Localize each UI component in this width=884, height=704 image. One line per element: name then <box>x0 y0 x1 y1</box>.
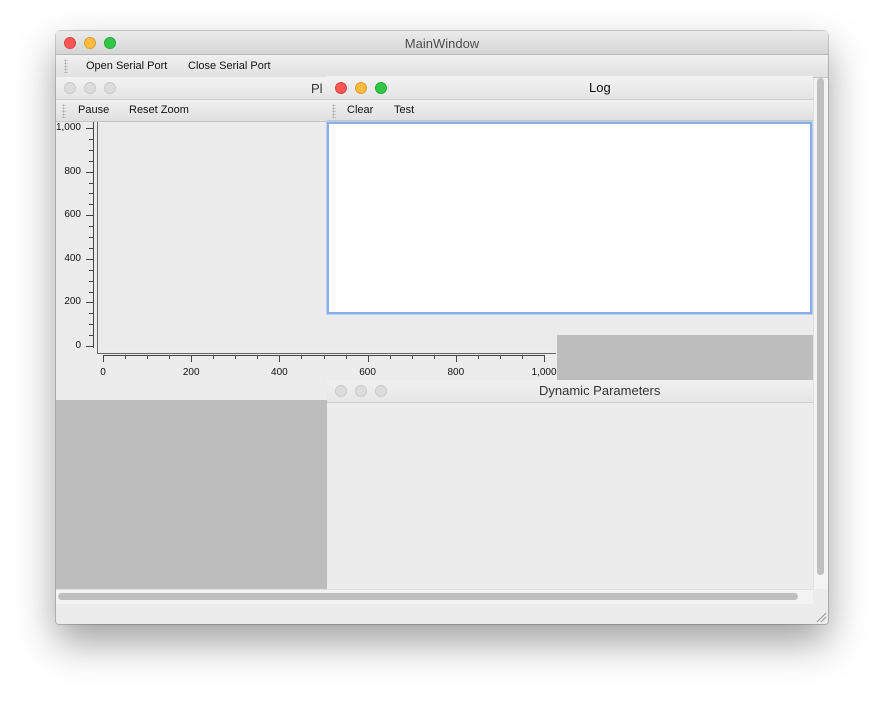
close-serial-port-button[interactable]: Close Serial Port <box>188 60 271 72</box>
log-text-area[interactable] <box>327 122 812 314</box>
clear-button[interactable]: Clear <box>347 104 373 116</box>
params-dock-titlebar[interactable]: Dynamic Parameters <box>327 380 813 403</box>
params-content <box>327 403 813 589</box>
params-dock-title: Dynamic Parameters <box>539 383 661 398</box>
params-zoom-button[interactable] <box>375 385 387 397</box>
main-titlebar[interactable]: MainWindow <box>56 31 828 55</box>
plot-dock-titlebar[interactable]: Pl <box>56 77 328 100</box>
reset-zoom-button[interactable]: Reset Zoom <box>129 104 189 116</box>
plot-zoom-button[interactable] <box>104 82 116 94</box>
plot-toolbar-grip-icon[interactable] <box>62 104 66 118</box>
x-tick-label: 600 <box>359 367 376 378</box>
log-dock-title: Log <box>589 80 611 95</box>
pause-button[interactable]: Pause <box>78 104 109 116</box>
window-title: MainWindow <box>404 36 480 51</box>
x-tick-label: 0 <box>100 367 106 378</box>
y-tick-label: 800 <box>64 165 81 177</box>
y-tick-label: 0 <box>75 340 81 351</box>
plot-close-button[interactable] <box>64 82 76 94</box>
empty-dock-area <box>56 400 327 589</box>
params-close-button[interactable] <box>335 385 347 397</box>
toolbar-grip-icon[interactable] <box>64 59 68 73</box>
x-tick-label: 1,000 <box>531 367 557 378</box>
plot-toolbar: Pause Reset Zoom <box>56 100 328 122</box>
y-tick-label: 600 <box>64 209 81 221</box>
plot-minimize-button[interactable] <box>84 82 96 94</box>
main-toolbar: Open Serial Port Close Serial Port <box>56 55 828 78</box>
y-tick-label: 200 <box>64 296 81 308</box>
y-tick-label: 400 <box>64 252 81 264</box>
log-close-button[interactable] <box>335 82 347 94</box>
log-toolbar: Clear Test <box>327 100 813 121</box>
open-serial-port-button[interactable]: Open Serial Port <box>86 60 167 72</box>
params-minimize-button[interactable] <box>355 385 367 397</box>
resize-grip-icon[interactable] <box>815 611 827 623</box>
vertical-scroll-thumb[interactable] <box>817 78 824 575</box>
log-toolbar-grip-icon[interactable] <box>332 104 336 118</box>
empty-dock-area-right <box>557 335 813 380</box>
x-tick-label: 200 <box>182 367 200 378</box>
log-zoom-button[interactable] <box>375 82 387 94</box>
log-dock-titlebar[interactable]: Log <box>327 76 813 100</box>
test-button[interactable]: Test <box>394 104 414 116</box>
y-tick-label: 1,000 <box>55 122 81 133</box>
horizontal-scroll-thumb[interactable] <box>58 593 798 600</box>
x-tick-label: 400 <box>271 367 288 378</box>
log-minimize-button[interactable] <box>355 82 367 94</box>
x-tick-label: 800 <box>447 367 465 378</box>
plot-dock-title: Pl <box>311 81 323 96</box>
